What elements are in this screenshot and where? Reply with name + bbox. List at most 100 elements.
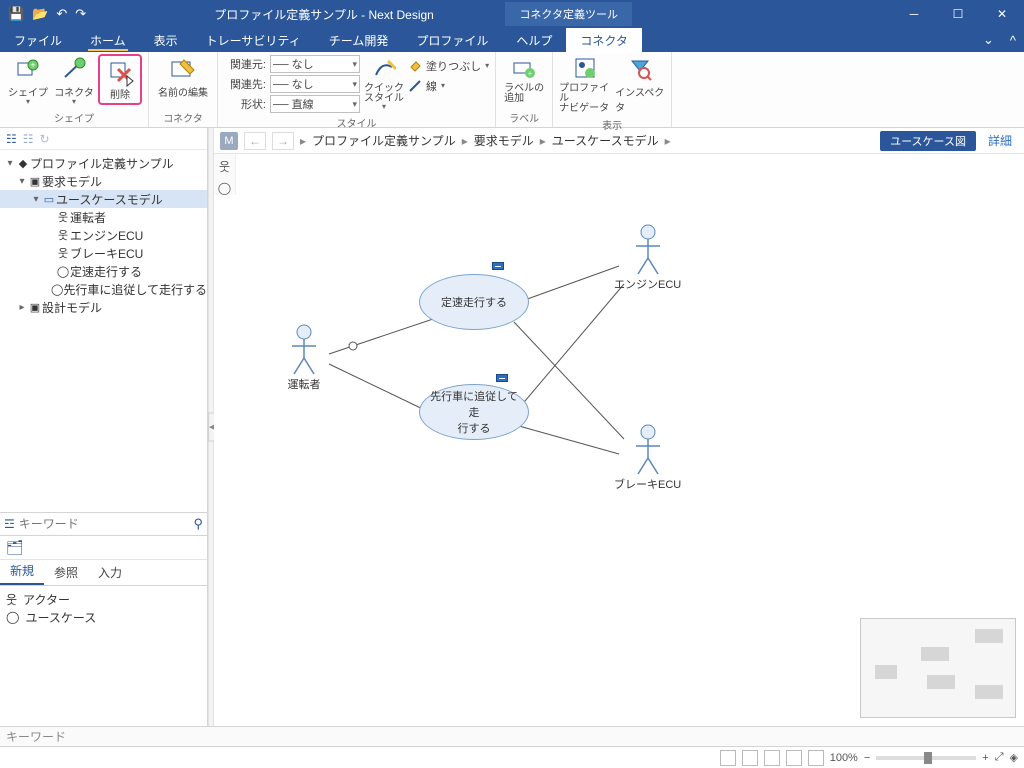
- tab-input[interactable]: 入力: [88, 560, 132, 585]
- tab-home[interactable]: ホーム: [76, 28, 140, 53]
- tree-usecase-model[interactable]: ▾▭ユースケースモデル: [0, 190, 207, 208]
- target-end-select[interactable]: ── なし▾: [270, 75, 360, 93]
- ribbon-group-connector: 名前の編集 コネクタ: [149, 52, 218, 127]
- tree-actor-brake[interactable]: 웃ブレーキECU: [0, 244, 207, 262]
- minimize-button[interactable]: ─: [892, 0, 936, 28]
- context-tool-label: コネクタ定義ツール: [505, 2, 632, 26]
- collapse-badge-2[interactable]: [496, 374, 508, 382]
- search-input[interactable]: [19, 517, 190, 531]
- undo-icon[interactable]: ↶: [56, 6, 67, 22]
- ribbon-options-icon[interactable]: ⌄: [975, 32, 1002, 48]
- ribbon-group-shape: + シェイプ▾ コネクタ▾ 削除 シェイプ: [0, 52, 149, 127]
- svg-text:+: +: [30, 60, 35, 70]
- tree-uc2[interactable]: ◯先行車に追従して走行する: [0, 280, 207, 298]
- diagram-canvas[interactable]: 웃 ◯ 運転者 エンジンECU ブレーキ: [214, 154, 1024, 726]
- tree-view-alt-icon[interactable]: ☷: [23, 132, 34, 146]
- tab-help[interactable]: ヘルプ: [502, 28, 566, 53]
- tree-design-model[interactable]: ▸▣設計モデル: [0, 298, 207, 316]
- line-shape-select[interactable]: ── 直線▾: [270, 95, 360, 113]
- ribbon-group-style: 関連元: ── なし▾ 関連先: ── なし▾ 形状: ── 直線▾ クイック …: [218, 52, 496, 127]
- zoom-in-button[interactable]: +: [982, 752, 988, 764]
- tab-profile[interactable]: プロファイル: [402, 28, 502, 53]
- palette: 웃アクター ◯ユースケース: [0, 586, 207, 726]
- refresh-icon[interactable]: ↻: [40, 132, 50, 146]
- tab-connector[interactable]: コネクタ: [566, 28, 642, 53]
- tab-team[interactable]: チーム開発: [315, 28, 403, 53]
- tool-actor-icon[interactable]: 웃: [219, 158, 230, 175]
- tab-ref[interactable]: 参照: [44, 560, 88, 585]
- tree-root[interactable]: ▾◆プロファイル定義サンプル: [0, 154, 207, 172]
- close-button[interactable]: ✕: [980, 0, 1024, 28]
- tab-view[interactable]: 表示: [140, 28, 192, 53]
- inspector-button[interactable]: インスペクタ: [615, 54, 665, 116]
- usecase-1[interactable]: 定速走行する: [419, 274, 529, 330]
- nav-back[interactable]: ←: [244, 132, 266, 150]
- tab-traceability[interactable]: トレーサビリティ: [192, 28, 315, 53]
- ribbon-group-display: プロファイル ナビゲータ インスペクタ 表示: [553, 52, 672, 127]
- fill-button[interactable]: 塗りつぶし▾: [408, 56, 489, 75]
- tab-file[interactable]: ファイル: [0, 28, 76, 53]
- tree-actor-engine[interactable]: 웃エンジンECU: [0, 226, 207, 244]
- crumb-1[interactable]: プロファイル定義サンプル: [312, 132, 456, 149]
- crumb-3[interactable]: ユースケースモデル: [552, 132, 659, 149]
- tree-req-model[interactable]: ▾▣要求モデル: [0, 172, 207, 190]
- redo-icon[interactable]: ↷: [75, 6, 86, 22]
- view-mode-4-icon[interactable]: [786, 750, 802, 766]
- view-mode-2-icon[interactable]: [742, 750, 758, 766]
- palette-usecase[interactable]: ◯ユースケース: [6, 608, 201, 626]
- save-icon[interactable]: 💾: [8, 6, 24, 22]
- profile-navigator-button[interactable]: プロファイル ナビゲータ: [559, 54, 613, 116]
- search-bar: ☲ ⚲: [0, 512, 207, 536]
- main-area: ☷ ☷ ↻ ▾◆プロファイル定義サンプル ▾▣要求モデル ▾▭ユースケースモデル…: [0, 128, 1024, 726]
- maximize-button[interactable]: ☐: [936, 0, 980, 28]
- zoom-out-button[interactable]: −: [864, 752, 870, 764]
- zoom-slider[interactable]: [876, 756, 976, 760]
- actor-driver[interactable]: 運転者: [286, 324, 322, 392]
- crumb-2[interactable]: 要求モデル: [474, 132, 534, 149]
- view-mode-3-icon[interactable]: [764, 750, 780, 766]
- palette-category-icon[interactable]: 🗂: [6, 539, 24, 556]
- tab-new[interactable]: 新規: [0, 558, 44, 585]
- anchor-icon[interactable]: ◈: [1010, 751, 1018, 764]
- panel-toolbar: ☷ ☷ ↻: [0, 128, 207, 150]
- tree-actor-driver[interactable]: 웃運転者: [0, 208, 207, 226]
- shape-button[interactable]: + シェイプ▾: [6, 54, 50, 107]
- line-button[interactable]: 線▾: [408, 76, 489, 95]
- ribbon-group-label: + ラベルの 追加 ラベル: [496, 52, 553, 127]
- actor-engine[interactable]: エンジンECU: [614, 224, 681, 292]
- editor-area: M ← → ▸ プロファイル定義サンプル ▸ 要求モデル ▸ ユースケースモデル…: [214, 128, 1024, 726]
- usecase-2[interactable]: 先行車に追従して走 行する: [419, 384, 529, 440]
- left-panel: ☷ ☷ ↻ ▾◆プロファイル定義サンプル ▾▣要求モデル ▾▭ユースケースモデル…: [0, 128, 208, 726]
- breadcrumb: M ← → ▸ プロファイル定義サンプル ▸ 要求モデル ▸ ユースケースモデル…: [214, 128, 1024, 154]
- tree-uc1[interactable]: ◯定速走行する: [0, 262, 207, 280]
- search-go-icon[interactable]: ⚲: [193, 516, 203, 532]
- detail-link[interactable]: 詳細: [982, 132, 1018, 149]
- palette-tabs: 新規 参照 入力: [0, 560, 207, 586]
- edit-name-button[interactable]: 名前の編集: [155, 54, 211, 101]
- ribbon: + シェイプ▾ コネクタ▾ 削除 シェイプ 名前の編集 コネクタ: [0, 52, 1024, 128]
- actor-brake[interactable]: ブレーキECU: [614, 424, 681, 492]
- tool-usecase-icon[interactable]: ◯: [218, 181, 231, 195]
- quick-access-toolbar: 💾 📂 ↶ ↷: [0, 6, 94, 22]
- window-title: プロファイル定義サンプル - Next Design: [94, 6, 505, 23]
- model-badge[interactable]: M: [220, 132, 238, 150]
- filter-icon[interactable]: ☲: [4, 517, 15, 531]
- delete-button[interactable]: 削除: [98, 54, 142, 105]
- zoom-level: 100%: [830, 752, 858, 764]
- ribbon-collapse-icon[interactable]: ^: [1002, 33, 1024, 48]
- open-icon[interactable]: 📂: [32, 6, 48, 22]
- tree-view-icon[interactable]: ☷: [6, 132, 17, 146]
- view-mode-5-icon[interactable]: [808, 750, 824, 766]
- view-selector[interactable]: ユースケース図: [880, 131, 976, 151]
- quick-style-button[interactable]: クイック スタイル▾: [362, 54, 406, 112]
- collapse-badge-1[interactable]: [492, 262, 504, 270]
- minimap[interactable]: [860, 618, 1016, 718]
- source-end-select[interactable]: ── なし▾: [270, 55, 360, 73]
- view-mode-1-icon[interactable]: [720, 750, 736, 766]
- nav-forward[interactable]: →: [272, 132, 294, 150]
- add-label-button[interactable]: + ラベルの 追加: [502, 54, 546, 106]
- keyword-bar: キーワード: [0, 726, 1024, 746]
- fit-icon[interactable]: ⤢: [995, 751, 1004, 764]
- palette-actor[interactable]: 웃アクター: [6, 590, 201, 608]
- connector-button[interactable]: コネクタ▾: [52, 54, 96, 107]
